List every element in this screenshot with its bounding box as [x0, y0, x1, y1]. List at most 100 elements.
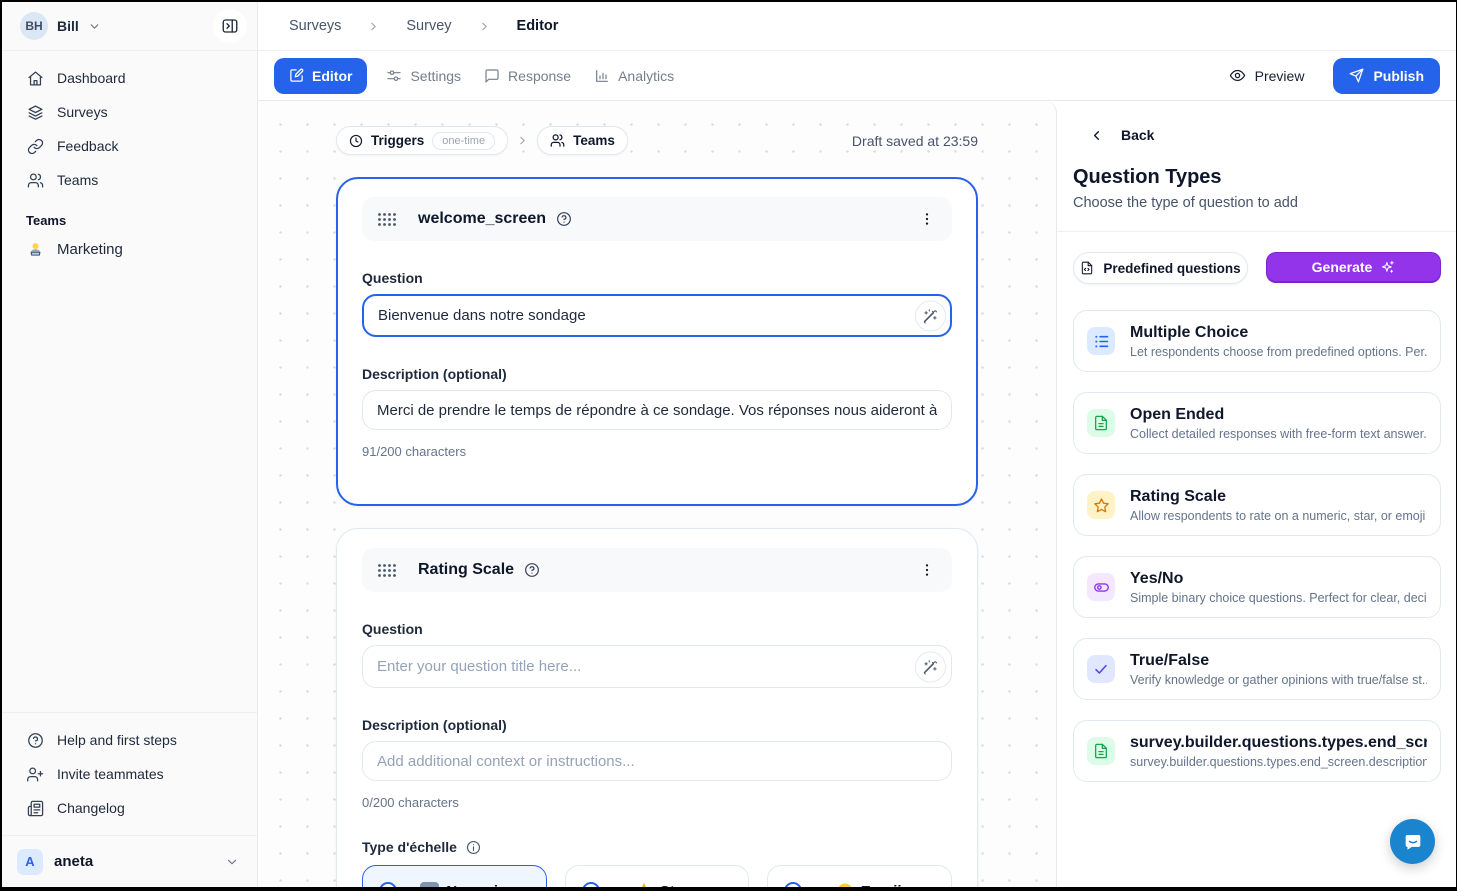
panel-toggle-icon — [221, 17, 239, 35]
sidebar-item-team-marketing[interactable]: Marketing — [10, 232, 249, 266]
question-type-description: survey.builder.questions.types.end_scree… — [1130, 755, 1427, 769]
question-type-description: Verify knowledge or gather opinions with… — [1130, 673, 1427, 687]
radio-checked[interactable] — [379, 882, 397, 887]
chevron-down-icon — [88, 20, 101, 33]
generate-button[interactable]: Generate — [1266, 252, 1441, 283]
scale-option-numeric[interactable]: # Numeric — [362, 865, 547, 887]
org-switcher[interactable]: A aneta — [2, 835, 257, 887]
tab-settings[interactable]: Settings — [386, 68, 461, 84]
tab-analytics[interactable]: Analytics — [594, 68, 674, 84]
question-type-yes-no[interactable]: Yes/No Simple binary choice questions. P… — [1073, 556, 1441, 618]
teams-chip-label: Teams — [573, 133, 615, 148]
generate-label: Generate — [1312, 259, 1373, 275]
breadcrumb: Surveys Survey Editor — [258, 2, 1456, 51]
question-type-description: Allow respondents to rate on a numeric, … — [1130, 509, 1427, 523]
option-label: Emoji — [861, 883, 902, 888]
question-type-name: Open Ended — [1130, 406, 1427, 424]
file-text-icon — [1087, 737, 1115, 765]
user-plus-icon — [26, 766, 44, 783]
teams-chip[interactable]: Teams — [537, 126, 628, 155]
avatar[interactable]: BH — [20, 12, 48, 40]
question-type-true-false[interactable]: True/False Verify knowledge or gather op… — [1073, 638, 1441, 700]
question-type-list: Multiple Choice Let respondents choose f… — [1073, 310, 1441, 782]
preview-button[interactable]: Preview — [1223, 66, 1311, 85]
card-menu-icon[interactable] — [917, 209, 937, 229]
sidebar-footer: Help and first steps Invite teammates Ch… — [2, 712, 257, 835]
sidebar-item-dashboard[interactable]: Dashboard — [10, 61, 249, 95]
sidebar-item-changelog[interactable]: Changelog — [10, 791, 249, 825]
radio-unchecked[interactable] — [582, 882, 600, 887]
card-title: Rating Scale — [418, 561, 514, 579]
sidebar-item-label: Surveys — [57, 104, 108, 120]
predefined-questions-button[interactable]: Predefined questions — [1073, 252, 1248, 284]
card-header: welcome_screen — [362, 197, 952, 241]
sidebar-item-invite[interactable]: Invite teammates — [10, 757, 249, 791]
newspaper-icon — [26, 800, 44, 817]
clock-icon — [349, 134, 363, 148]
ai-rewrite-button[interactable] — [915, 300, 946, 331]
help-circle-icon[interactable] — [556, 211, 572, 227]
smiley-emoji-icon — [836, 882, 854, 887]
toolbar: Editor Settings Response Analytics — [258, 51, 1456, 101]
info-icon[interactable] — [466, 840, 481, 855]
app-window: BH Bill Dashboard Surv — [2, 2, 1456, 887]
user-name[interactable]: Bill — [57, 18, 79, 34]
tab-label: Editor — [312, 68, 352, 84]
question-input[interactable] — [362, 645, 952, 688]
list-icon — [1087, 327, 1115, 355]
question-type-multiple-choice[interactable]: Multiple Choice Let respondents choose f… — [1073, 310, 1441, 372]
breadcrumb-surveys[interactable]: Surveys — [289, 18, 341, 34]
question-type-end-screen[interactable]: survey.builder.questions.types.end_scr..… — [1073, 720, 1441, 782]
sidebar-item-label: Feedback — [57, 138, 118, 154]
sliders-icon — [386, 68, 402, 84]
chevron-down-icon — [225, 855, 239, 869]
teams-section-label: Teams — [26, 213, 233, 228]
breadcrumb-survey[interactable]: Survey — [406, 18, 451, 34]
drag-handle-icon[interactable] — [377, 212, 397, 227]
sidebar-item-teams[interactable]: Teams — [10, 163, 249, 197]
ai-rewrite-button[interactable] — [915, 651, 946, 682]
sidebar-item-surveys[interactable]: Surveys — [10, 95, 249, 129]
question-label: Question — [362, 621, 952, 637]
sidebar-item-label: Invite teammates — [57, 766, 164, 782]
chat-launcher-button[interactable] — [1390, 819, 1435, 864]
question-input[interactable] — [362, 294, 952, 337]
tab-editor[interactable]: Editor — [274, 58, 367, 94]
org-avatar: A — [17, 849, 43, 875]
draft-status: Draft saved at 23:59 — [852, 133, 978, 149]
description-label: Description (optional) — [362, 366, 952, 382]
layers-icon — [26, 104, 44, 121]
scale-option-emoji[interactable]: Emoji — [767, 865, 952, 887]
question-card-rating-scale[interactable]: Rating Scale Question — [336, 528, 978, 887]
description-label: Description (optional) — [362, 717, 952, 733]
question-type-name: Yes/No — [1130, 570, 1427, 588]
description-input[interactable] — [362, 390, 952, 430]
chevron-right-icon — [367, 20, 380, 33]
sidebar-item-help[interactable]: Help and first steps — [10, 723, 249, 757]
file-text-icon — [1087, 409, 1115, 437]
team-name: Marketing — [57, 241, 123, 258]
triggers-label: Triggers — [371, 133, 424, 148]
sidebar-item-feedback[interactable]: Feedback — [10, 129, 249, 163]
question-card-welcome-screen[interactable]: welcome_screen Question — [336, 177, 978, 506]
publish-button[interactable]: Publish — [1333, 58, 1440, 94]
users-icon — [26, 172, 44, 189]
scale-option-stars[interactable]: Stars — [565, 865, 750, 887]
triggers-chip[interactable]: Triggers one-time — [336, 126, 508, 155]
description-input[interactable] — [362, 741, 952, 781]
back-label: Back — [1121, 127, 1154, 143]
card-menu-icon[interactable] — [917, 560, 937, 580]
back-button[interactable]: Back — [1073, 127, 1441, 143]
drag-handle-icon[interactable] — [377, 563, 397, 578]
sidebar-toggle-button[interactable] — [213, 9, 247, 43]
question-type-open-ended[interactable]: Open Ended Collect detailed responses wi… — [1073, 392, 1441, 454]
magic-wand-icon — [923, 308, 938, 323]
radio-unchecked[interactable] — [784, 882, 802, 887]
help-circle-icon[interactable] — [524, 562, 540, 578]
question-type-name: Rating Scale — [1130, 488, 1427, 506]
sparkles-icon — [1380, 260, 1395, 275]
tab-response[interactable]: Response — [484, 68, 571, 84]
sidebar-item-label: Changelog — [57, 800, 125, 816]
question-type-rating-scale[interactable]: Rating Scale Allow respondents to rate o… — [1073, 474, 1441, 536]
card-header: Rating Scale — [362, 548, 952, 592]
